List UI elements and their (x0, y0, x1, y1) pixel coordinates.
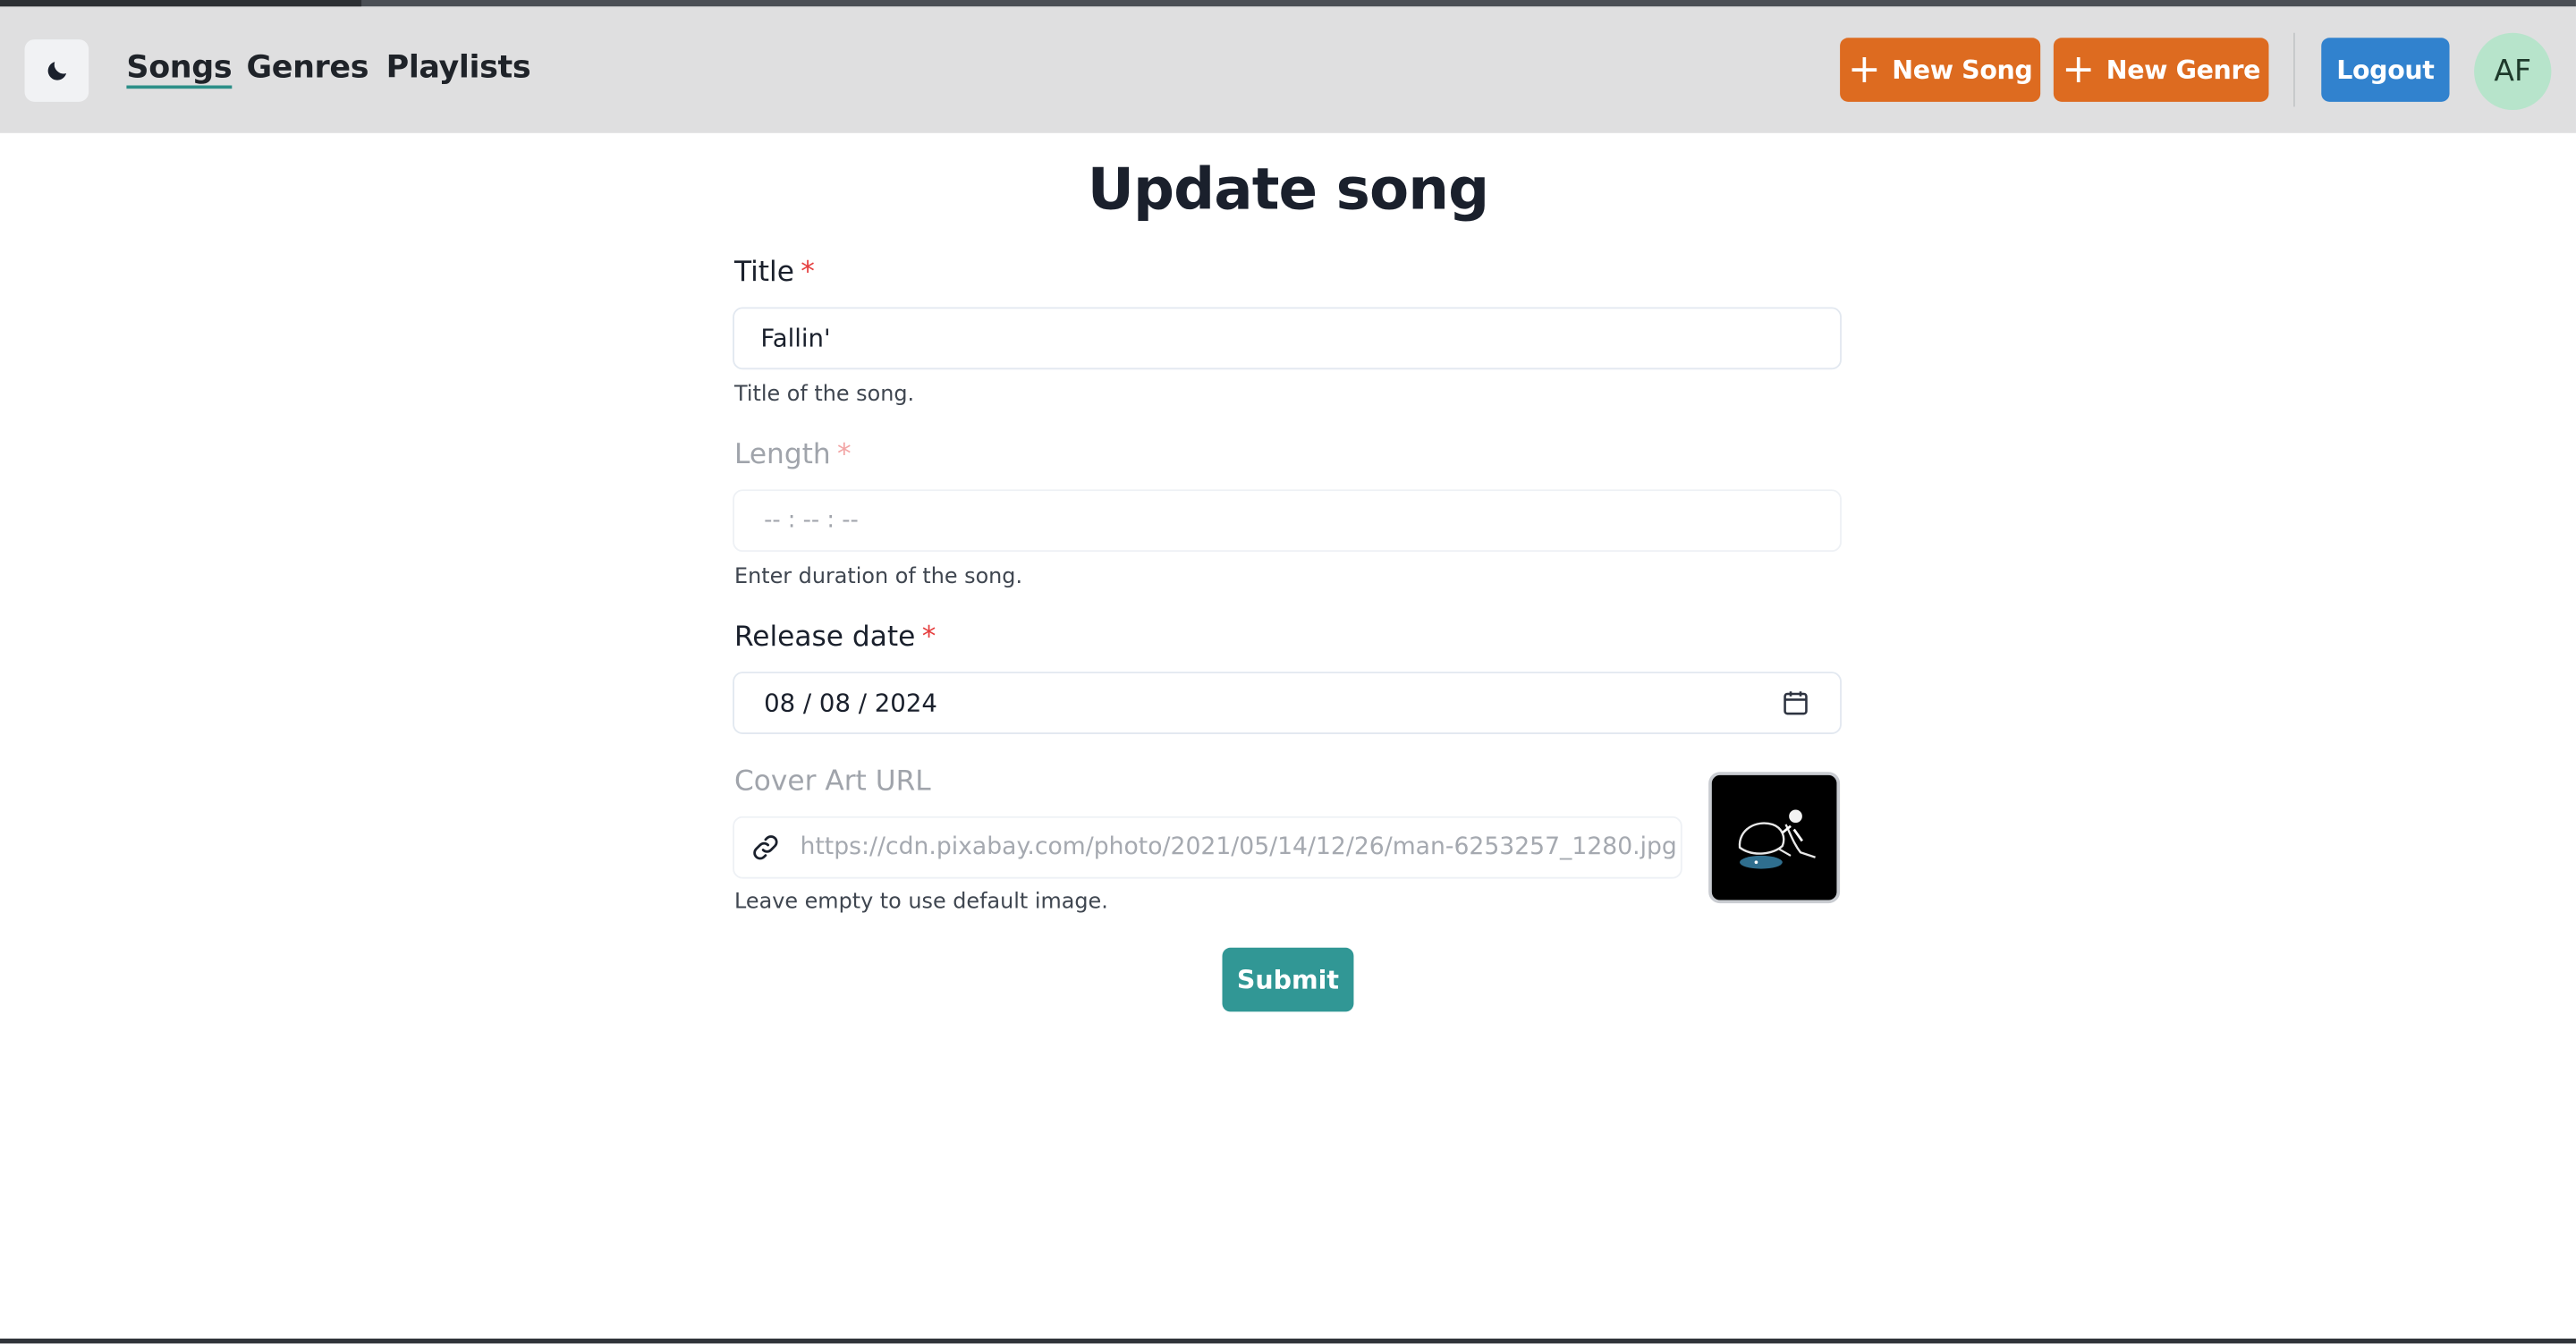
logout-button[interactable]: Logout (2321, 38, 2450, 102)
new-genre-label: New Genre (2106, 55, 2261, 85)
new-genre-button[interactable]: + New Genre (2053, 38, 2269, 102)
cover-art-helper-text: Leave empty to use default image. (734, 890, 1108, 916)
title-label-text: Title (734, 256, 794, 290)
nav-link-songs[interactable]: Songs (126, 49, 232, 85)
length-label: Length * (734, 438, 852, 471)
length-label-text: Length (734, 438, 831, 472)
title-input-value: Fallin' (760, 323, 831, 353)
cover-art-image (1738, 809, 1816, 869)
title-helper-text: Title of the song. (734, 382, 915, 408)
release-date-label-text: Release date (734, 621, 916, 655)
title-input[interactable]: Fallin' (733, 307, 1842, 370)
required-asterisk: * (837, 438, 852, 472)
required-asterisk: * (921, 621, 936, 655)
release-date-input[interactable]: 08 / 08 / 2024 (733, 672, 1842, 735)
avatar[interactable]: AF (2474, 32, 2552, 111)
theme-toggle-button[interactable] (24, 39, 89, 102)
submit-button[interactable]: Submit (1222, 947, 1354, 1012)
cover-art-preview (1708, 772, 1841, 904)
logout-label: Logout (2336, 55, 2435, 85)
moon-icon (47, 62, 66, 80)
window-bottom-border (0, 1338, 2576, 1344)
window-top-accent (0, 0, 362, 7)
cover-art-url-placeholder: https://cdn.pixabay.com/photo/2021/05/14… (800, 834, 1677, 861)
cover-art-url-input[interactable]: https://cdn.pixabay.com/photo/2021/05/14… (733, 816, 1682, 879)
plus-icon: + (2062, 45, 2095, 91)
release-date-label: Release date * (734, 621, 936, 654)
release-date-value: 08 / 08 / 2024 (764, 688, 937, 718)
new-song-label: New Song (1892, 55, 2033, 85)
page-title: Update song (1087, 157, 1489, 224)
nav-link-playlists[interactable]: Playlists (386, 49, 531, 85)
calendar-icon[interactable] (1783, 689, 1809, 715)
length-input-placeholder: -- : -- : -- (764, 507, 859, 534)
navbar: Songs Genres Playlists + New Song + New … (0, 6, 2576, 133)
cover-art-url-label: Cover Art URL (734, 765, 931, 799)
link-icon (753, 835, 778, 860)
new-song-button[interactable]: + New Song (1840, 38, 2041, 102)
title-label: Title * (734, 257, 815, 290)
window-top-border (0, 0, 2576, 7)
nav-link-genres[interactable]: Genres (247, 49, 369, 85)
plus-icon: + (1847, 45, 1881, 91)
navbar-divider (2293, 32, 2295, 107)
required-asterisk: * (801, 256, 815, 290)
length-input[interactable]: -- : -- : -- (733, 489, 1842, 553)
length-helper-text: Enter duration of the song. (734, 564, 1023, 590)
